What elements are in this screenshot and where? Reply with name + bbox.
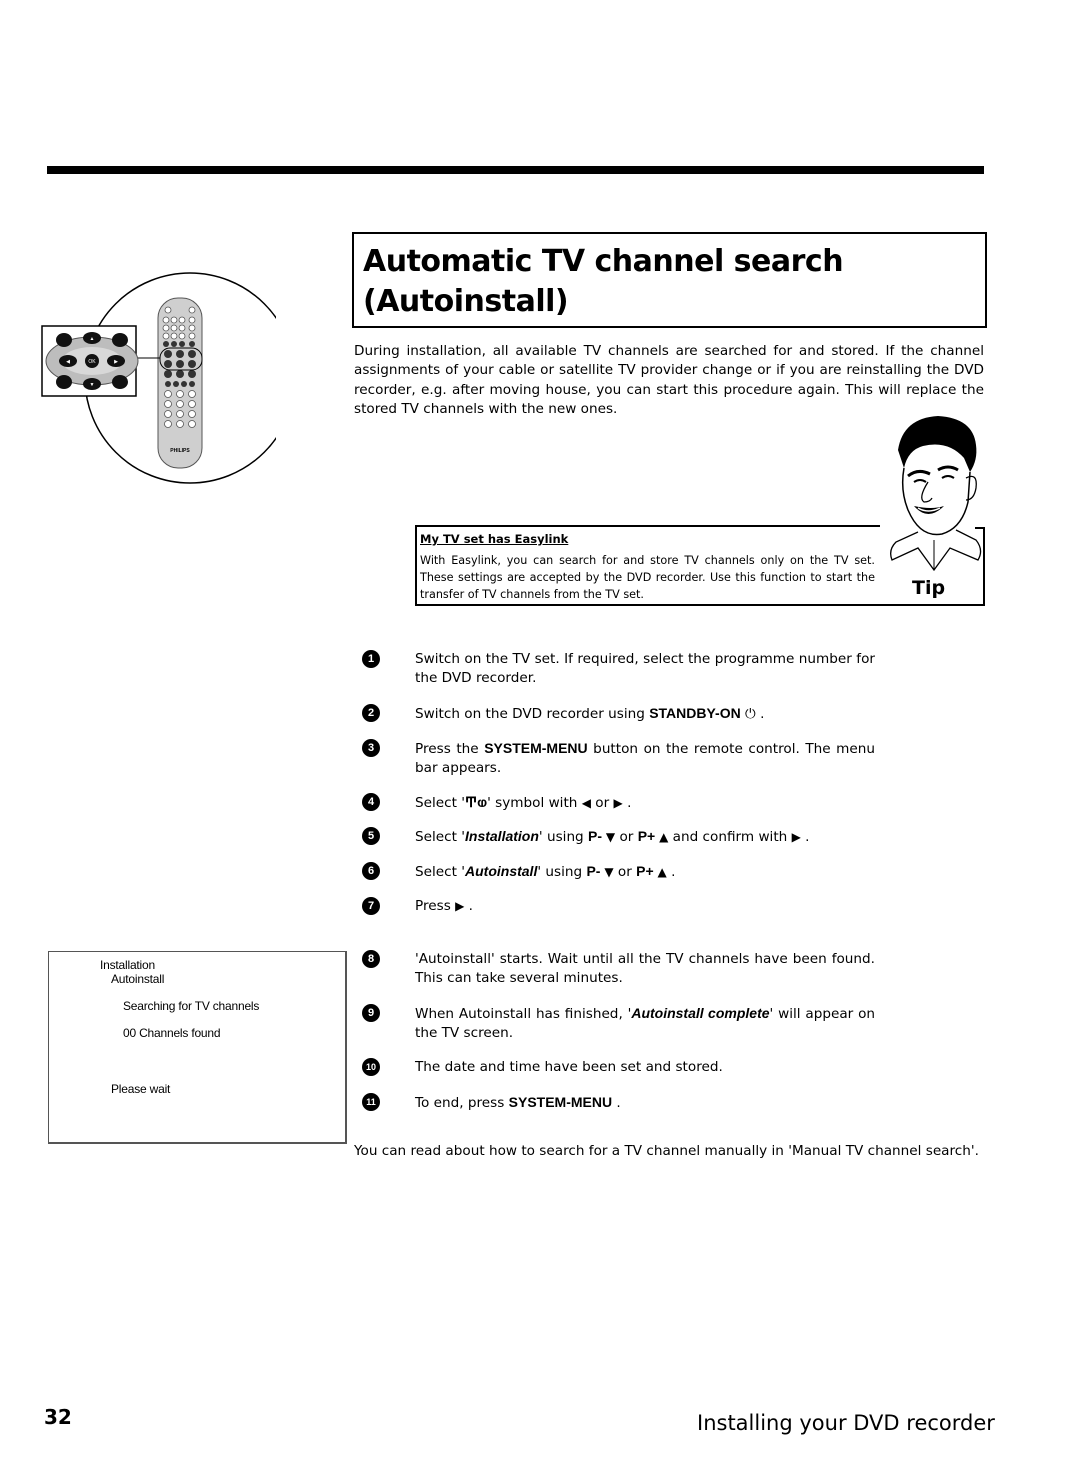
tip-text: With Easylink, you can search for and st… — [420, 554, 875, 601]
key-label: SYSTEM-MENU — [508, 1094, 613, 1110]
tv-screen-osd: Installation Autoinstall Searching for T… — [48, 951, 347, 1144]
osd-channel-count: 00 Channels found — [123, 1026, 221, 1040]
step-text: When Autoinstall has finished, 'Autoinst… — [415, 1004, 875, 1044]
step-text: Press the SYSTEM-MENU button on the remo… — [415, 739, 875, 779]
key-label: P+ — [636, 863, 658, 879]
osd-status: Searching for TV channels — [123, 999, 260, 1013]
step-text: Select 'Installation' using P- ▼ or P+ ▲… — [415, 827, 875, 847]
text-run: Press the — [415, 741, 485, 757]
step-number-badge: 1 — [362, 650, 380, 668]
step-number-badge: 5 — [362, 827, 380, 845]
arrow-icon: ▶ — [791, 830, 801, 844]
menu-item-name: Autoinstall complete — [631, 1005, 770, 1021]
step-number-badge: 10 — [362, 1058, 380, 1076]
step-text: Select 'Ͳⱷ' symbol with ◀ or ▶ . — [415, 793, 875, 813]
text-run: or — [615, 829, 638, 845]
osd-menu: Installation — [100, 958, 155, 972]
key-label: P- — [588, 828, 606, 844]
text-run: ⏻ . — [740, 706, 765, 722]
menu-item-name: Installation — [465, 828, 539, 844]
step-text: 'Autoinstall' starts. Wait until all the… — [415, 950, 875, 989]
text-run: . — [800, 829, 810, 845]
arrow-icon: ▼ — [604, 865, 614, 879]
arrow-icon: ▲ — [657, 865, 667, 879]
text-run: . — [622, 795, 632, 811]
text-run: 'Autoinstall' starts. Wait until all the… — [415, 951, 875, 987]
section-name: Installing your DVD recorder — [697, 1411, 995, 1435]
text-run: and confirm with — [668, 829, 792, 845]
key-label: P- — [586, 863, 605, 879]
svg-text:◀: ◀ — [66, 359, 70, 365]
tip-border-top — [415, 525, 880, 527]
text-run: ' using — [538, 829, 589, 845]
text-run: . — [464, 898, 473, 914]
step-number-badge: 4 — [362, 793, 380, 811]
step-number-badge: 11 — [362, 1093, 380, 1111]
tip-border-bottom — [415, 604, 985, 606]
intro-paragraph: During installation, all available TV ch… — [354, 343, 984, 417]
text-run: To end, press — [415, 1095, 509, 1111]
text-run: or — [590, 795, 614, 811]
text-run: Press — [415, 898, 456, 914]
text-run: When Autoinstall has finished, ' — [415, 1006, 632, 1022]
step-number-badge: 2 — [362, 704, 380, 722]
key-label: P+ — [637, 828, 660, 844]
step-text: Press ▶ . — [415, 897, 875, 916]
text-run: ' symbol with — [487, 795, 582, 811]
step-text: The date and time have been set and stor… — [415, 1058, 875, 1077]
arrow-icon: ▶ — [613, 796, 623, 810]
cartoon-face-icon — [878, 410, 988, 575]
remote-brand: PHILIPS — [170, 448, 190, 454]
tip-heading: My TV set has Easylink — [420, 532, 569, 546]
title-box: Automatic TV channel search (Autoinstall… — [352, 232, 987, 328]
installation-symbol-icon: Ͳⱷ — [465, 794, 488, 810]
remote-control-icon: PHILIPS OK ▲ ▼ ◀ ▶ — [41, 272, 296, 484]
text-run: ' using — [537, 864, 587, 880]
step-text: Switch on the TV set. If required, selec… — [415, 650, 875, 689]
arrow-icon: ▶ — [455, 899, 465, 913]
arrow-icon: ◀ — [581, 796, 591, 810]
step-number-badge: 9 — [362, 1004, 380, 1022]
tip-border-left — [415, 525, 417, 606]
svg-text:▶: ▶ — [114, 359, 118, 365]
arrow-icon: ▲ — [659, 830, 669, 844]
text-run: Switch on the TV set. If required, selec… — [415, 651, 875, 687]
text-run: or — [613, 864, 637, 880]
step-number-badge: 7 — [362, 897, 380, 915]
text-run: Select ' — [415, 864, 465, 880]
key-label: SYSTEM-MENU — [484, 740, 588, 756]
key-label: STANDBY-ON — [649, 705, 741, 721]
menu-item-name: Autoinstall — [465, 863, 538, 879]
page-number: 32 — [44, 1405, 72, 1429]
page-title: Automatic TV channel search (Autoinstall… — [363, 244, 844, 319]
osd-submenu: Autoinstall — [111, 972, 165, 986]
text-run: Select ' — [415, 829, 465, 845]
step-text: To end, press SYSTEM-MENU . — [415, 1093, 875, 1113]
text-run: . — [612, 1095, 621, 1111]
ok-button-label: OK — [88, 359, 96, 365]
text-run: Select ' — [415, 795, 465, 811]
tip-label: Tip — [912, 577, 946, 599]
text-run: The date and time have been set and stor… — [415, 1059, 723, 1075]
step-number-badge: 3 — [362, 739, 380, 757]
top-rule — [47, 166, 984, 174]
step-number-badge: 6 — [362, 862, 380, 880]
remote-control-illustration: PHILIPS OK ▲ ▼ ◀ ▶ — [40, 270, 296, 484]
text-run: Switch on the DVD recorder using — [415, 706, 650, 722]
footer-note: You can read about how to search for a T… — [354, 1143, 979, 1159]
step-text: Switch on the DVD recorder using STANDBY… — [415, 704, 875, 724]
arrow-icon: ▼ — [605, 830, 616, 844]
osd-wait: Please wait — [111, 1082, 171, 1096]
step-text: Select 'Autoinstall' using P- ▼ or P+ ▲ … — [415, 862, 875, 882]
step-number-badge: 8 — [362, 950, 380, 968]
svg-text:▼: ▼ — [90, 382, 95, 388]
text-run: . — [666, 864, 676, 880]
svg-text:▲: ▲ — [90, 336, 95, 342]
